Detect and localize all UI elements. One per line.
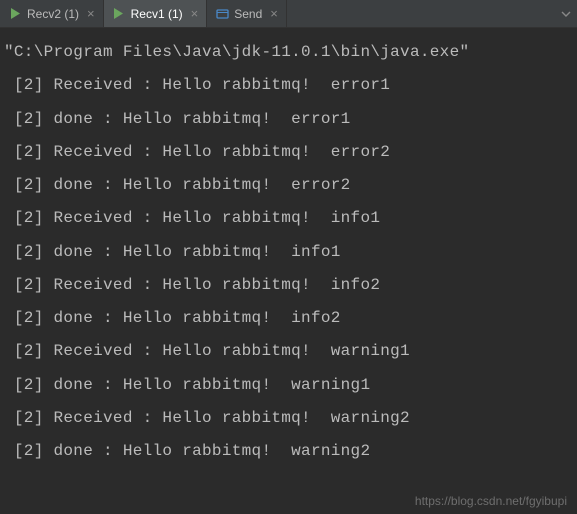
tab-label: Recv1 (1) xyxy=(131,7,183,21)
close-icon[interactable]: × xyxy=(270,7,278,20)
console-command: "C:\Program Files\Java\jdk-11.0.1\bin\ja… xyxy=(4,36,573,69)
tab-recv1[interactable]: Recv1 (1) × xyxy=(104,0,208,27)
tab-overflow-dropdown[interactable] xyxy=(561,0,577,27)
tab-recv2[interactable]: Recv2 (1) × xyxy=(0,0,104,27)
console-line: [2] done : Hello rabbitmq! warning2 xyxy=(4,435,573,468)
tab-label: Send xyxy=(234,7,262,21)
tab-label: Recv2 (1) xyxy=(27,7,79,21)
console-line: [2] Received : Hello rabbitmq! warning2 xyxy=(4,402,573,435)
run-icon xyxy=(112,7,126,21)
console-line: [2] Received : Hello rabbitmq! error1 xyxy=(4,69,573,102)
console-line: [2] Received : Hello rabbitmq! info2 xyxy=(4,269,573,302)
chevron-down-icon xyxy=(561,9,571,19)
console-line: [2] Received : Hello rabbitmq! warning1 xyxy=(4,335,573,368)
app-icon xyxy=(215,7,229,21)
console-line: [2] done : Hello rabbitmq! info1 xyxy=(4,236,573,269)
watermark: https://blog.csdn.net/fgyibupi xyxy=(415,494,567,508)
console-line: [2] Received : Hello rabbitmq! info1 xyxy=(4,202,573,235)
run-icon xyxy=(8,7,22,21)
console-line: [2] done : Hello rabbitmq! error1 xyxy=(4,103,573,136)
close-icon[interactable]: × xyxy=(87,7,95,20)
console-line: [2] done : Hello rabbitmq! error2 xyxy=(4,169,573,202)
console-output: "C:\Program Files\Java\jdk-11.0.1\bin\ja… xyxy=(0,28,577,472)
close-icon[interactable]: × xyxy=(191,7,199,20)
console-line: [2] done : Hello rabbitmq! warning1 xyxy=(4,369,573,402)
tab-bar: Recv2 (1) × Recv1 (1) × Send × xyxy=(0,0,577,28)
console-line: [2] Received : Hello rabbitmq! error2 xyxy=(4,136,573,169)
tab-send[interactable]: Send × xyxy=(207,0,287,27)
console-line: [2] done : Hello rabbitmq! info2 xyxy=(4,302,573,335)
